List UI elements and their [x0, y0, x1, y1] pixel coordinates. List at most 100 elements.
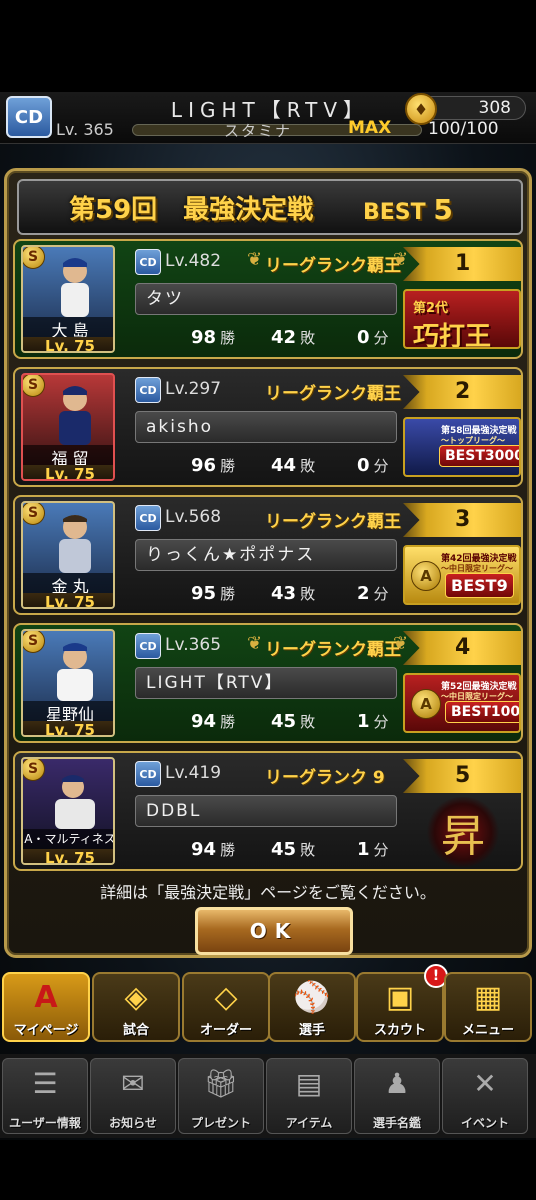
user-level: Lv.297 [165, 379, 222, 399]
player-card[interactable]: S 大 島 Lv. 75 [21, 245, 115, 353]
user-name: akisho [135, 411, 397, 443]
menu-mypage[interactable]: A マイページ [2, 972, 90, 1042]
card-level: Lv. 75 [23, 721, 113, 735]
user-info-icon: ☰ [32, 1067, 58, 1100]
position-number: 2 [455, 379, 471, 404]
s-rank-icon: S [23, 759, 45, 781]
team-icon: CD [135, 377, 161, 403]
menu-players[interactable]: ⚾ 選手 [268, 972, 356, 1042]
wins: 94 勝 [191, 839, 236, 860]
losses: 45 敗 [271, 839, 316, 860]
menu-label: メニュー [461, 1023, 514, 1038]
s-rank-icon: S [23, 631, 45, 653]
card-player-name: A・マルティネス [23, 829, 113, 849]
s-rank-icon: S [23, 503, 45, 525]
award-best: BEST3000 [439, 445, 519, 467]
user-level: Lv.568 [165, 507, 222, 527]
player-figure-icon [57, 643, 93, 701]
wins: 94 勝 [191, 711, 236, 732]
laurel-right-icon: ❦ [393, 633, 409, 654]
ranking-row[interactable]: S 金 丸 Lv. 75 CD Lv.568 リーグランク覇王 りっくん★ポポナ… [13, 495, 523, 615]
draws: 2分 [357, 583, 389, 604]
menu-label: オーダー [199, 1023, 252, 1038]
card-level: Lv. 75 [23, 465, 113, 479]
losses: 43 敗 [271, 583, 316, 604]
award-best: BEST9 [445, 573, 514, 598]
dialog-title-bar: 第59回 最強決定戦 BEST 5 [17, 179, 523, 235]
player-card[interactable]: S 金 丸 Lv. 75 [21, 501, 115, 609]
menu-user-info[interactable]: ☰ ユーザー情報 [2, 1058, 88, 1134]
ranking-row[interactable]: S 大 島 Lv. 75 CD Lv.482 ❦ リーグランク覇王 ❦ タツ 9… [13, 239, 523, 359]
stadium-icon: ◈ [124, 980, 148, 1015]
team-badge-icon[interactable]: CD [6, 96, 52, 138]
award-badge: 第58回最強決定戦 〜トップリーグ〜 BEST3000 [403, 417, 521, 477]
card-player-name: 大 島 [23, 317, 113, 340]
draws: 0分 [357, 455, 389, 476]
main-menu: A マイページ ◈ 試合 ◇ オーダー ⚾ 選手 ▣ スカウト ! ▦ メニュー [0, 964, 536, 1050]
user-name: りっくん★ポポナス [135, 539, 397, 571]
league-rank: リーグランク覇王 [265, 256, 401, 276]
ranking-row[interactable]: S 福 留 Lv. 75 CD Lv.297 リーグランク覇王 akisho 9… [13, 367, 523, 487]
menu-player-directory[interactable]: ♟ 選手名鑑 [354, 1058, 440, 1134]
wins: 98 勝 [191, 327, 236, 348]
medal-icon: A [411, 689, 441, 719]
menu-scout[interactable]: ▣ スカウト ! [356, 964, 448, 1042]
menu-item[interactable]: ▤ アイテム [266, 1058, 352, 1134]
laurel-left-icon: ❦ [247, 249, 263, 270]
mascot-icon: ▦ [473, 980, 503, 1015]
card-player-name: 星野仙 [23, 701, 113, 724]
award-title: 第2代 巧打王 [413, 301, 492, 349]
menu-match[interactable]: ◈ 試合 [92, 972, 180, 1042]
card-player-name: 金 丸 [23, 573, 113, 596]
wins: 96 勝 [191, 455, 236, 476]
draws: 1分 [357, 711, 389, 732]
best-prefix: BEST [363, 200, 426, 225]
stamina-max: MAX [348, 118, 392, 138]
card-level: Lv. 75 [23, 849, 113, 863]
system-nav-bar [0, 1140, 536, 1200]
best-label: BEST 5 [363, 193, 453, 226]
s-rank-icon: S [23, 375, 45, 397]
menu-news[interactable]: ✉ お知らせ [90, 1058, 176, 1134]
award-best: BEST100 [445, 701, 519, 723]
user-level: Lv.365 [165, 635, 222, 655]
menu-order[interactable]: ◇ オーダー [182, 972, 270, 1042]
menu-label: アイテム [285, 1116, 333, 1130]
player-icon: ⚾ [293, 980, 331, 1015]
player-card[interactable]: S 星野仙 Lv. 75 [21, 629, 115, 737]
card-level: Lv. 75 [23, 337, 113, 351]
award-badge: 第2代 巧打王 [403, 289, 521, 349]
ok-button[interactable]: OK [195, 907, 353, 955]
mypage-icon: A [34, 980, 58, 1015]
position-number: 1 [455, 251, 471, 276]
menu-present[interactable]: 🎁︎ プレゼント [178, 1058, 264, 1134]
ranking-row[interactable]: S 星野仙 Lv. 75 CD Lv.365 ❦ リーグランク覇王 ❦ LIGH… [13, 623, 523, 743]
coin-counter[interactable]: ♦ 308 [405, 93, 526, 125]
menu-label: 試合 [122, 1023, 149, 1038]
player-figure-icon [59, 515, 91, 573]
stamina-value: 100/100 [428, 119, 499, 139]
menu-event[interactable]: ✕ イベント [442, 1058, 528, 1134]
news-icon: ✉ [121, 1067, 145, 1100]
card-player-name: 福 留 [23, 445, 113, 468]
menu-label: ユーザー情報 [9, 1116, 81, 1130]
rank-up-emblem-icon: 昇 [425, 797, 501, 867]
status-bar [0, 0, 536, 92]
menu-menu[interactable]: ▦ メニュー [444, 972, 532, 1042]
losses: 44 敗 [271, 455, 316, 476]
league-rank: リーグランク覇王 [265, 640, 401, 660]
sub-menu: ☰ ユーザー情報 ✉ お知らせ 🎁︎ プレゼント ▤ アイテム ♟ 選手名鑑 ✕… [0, 1054, 536, 1138]
player-card[interactable]: S A・マルティネス Lv. 75 [21, 757, 115, 865]
laurel-left-icon: ❦ [247, 633, 263, 654]
ranking-row[interactable]: S A・マルティネス Lv. 75 CD Lv.419 リーグランク 9 DDB… [13, 751, 523, 871]
player-figure-icon [61, 258, 89, 317]
league-rank: リーグランク 9 [265, 768, 385, 788]
header-level: Lv. 365 [56, 120, 114, 139]
league-rank: リーグランク覇王 [265, 384, 401, 404]
wins: 95 勝 [191, 583, 236, 604]
player-card[interactable]: S 福 留 Lv. 75 [21, 373, 115, 481]
medal-icon: A [411, 561, 441, 591]
menu-label: スカウト [373, 1023, 426, 1038]
gift-icon: 🎁︎ [203, 1067, 239, 1100]
best-number: 5 [433, 193, 453, 226]
